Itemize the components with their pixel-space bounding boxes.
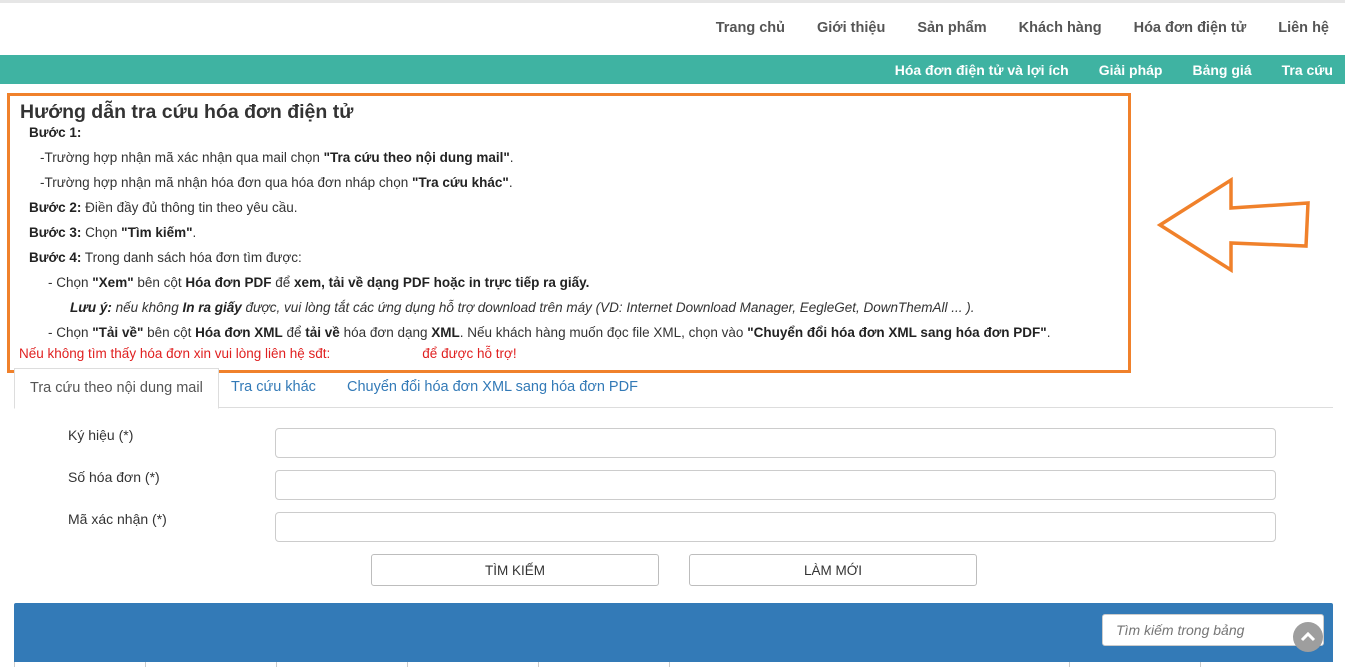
guide-title: Hướng dẫn tra cứu hóa đơn điện tử bbox=[20, 101, 354, 123]
table-column-divider bbox=[1069, 662, 1070, 667]
guide-step3: Bước 3: Chọn "Tìm kiếm". bbox=[29, 225, 197, 240]
nav-about[interactable]: Giới thiệu bbox=[817, 20, 885, 36]
arrow-left-icon bbox=[1156, 176, 1310, 274]
nav-customers[interactable]: Khách hàng bbox=[1019, 20, 1102, 36]
subnav-solutions[interactable]: Giải pháp bbox=[1099, 62, 1163, 78]
table-column-divider bbox=[1200, 662, 1201, 667]
invoice-number-input[interactable] bbox=[275, 470, 1276, 500]
guide-contact-note: Nếu không tìm thấy hóa đơn xin vui lòng … bbox=[19, 346, 517, 361]
table-column-divider bbox=[145, 662, 146, 667]
symbol-label: Ký hiệu (*) bbox=[68, 427, 134, 443]
tab-lookup-by-mail[interactable]: Tra cứu theo nội dung mail bbox=[14, 368, 219, 409]
table-columns bbox=[14, 662, 1334, 667]
subnav-lookup[interactable]: Tra cứu bbox=[1282, 62, 1333, 78]
guide-step4: Bước 4: Trong danh sách hóa đơn tìm được… bbox=[29, 250, 302, 265]
lookup-guide-box: Hướng dẫn tra cứu hóa đơn điện tử Bước 1… bbox=[7, 93, 1131, 373]
reset-button[interactable]: LÀM MỚI bbox=[689, 554, 977, 586]
guide-step2: Bước 2: Điền đầy đủ thông tin theo yêu c… bbox=[29, 200, 298, 215]
guide-step4-download: - Chọn "Tải về" bên cột Hóa đơn XML để t… bbox=[48, 325, 1051, 340]
nav-home[interactable]: Trang chủ bbox=[716, 20, 785, 36]
guide-step1-b: -Trường hợp nhận mã nhận hóa đơn qua hóa… bbox=[40, 175, 513, 190]
main-nav: Trang chủ Giới thiệu Sản phẩm Khách hàng… bbox=[686, 0, 1345, 55]
guide-step4-view: - Chọn "Xem" bên cột Hóa đơn PDF để xem,… bbox=[48, 275, 590, 290]
guide-note: Lưu ý: nếu không In ra giấy được, vui lò… bbox=[70, 300, 975, 315]
table-column-divider bbox=[669, 662, 670, 667]
invoice-number-label: Số hóa đơn (*) bbox=[68, 469, 160, 485]
table-column-divider bbox=[407, 662, 408, 667]
nav-products[interactable]: Sản phẩm bbox=[917, 20, 986, 36]
nav-contact[interactable]: Liên hệ bbox=[1278, 20, 1329, 36]
guide-step1: Bước 1: bbox=[29, 125, 82, 140]
table-column-divider bbox=[538, 662, 539, 667]
subnav-pricing[interactable]: Bảng giá bbox=[1192, 62, 1251, 78]
subnav-einvoice-benefits[interactable]: Hóa đơn điện tử và lợi ích bbox=[895, 62, 1069, 78]
table-column-divider bbox=[276, 662, 277, 667]
sub-nav: Hóa đơn điện tử và lợi ích Giải pháp Bản… bbox=[0, 55, 1345, 84]
confirmation-code-label: Mã xác nhận (*) bbox=[68, 511, 167, 527]
tab-xml-to-pdf[interactable]: Chuyển đổi hóa đơn XML sang hóa đơn PDF bbox=[332, 368, 653, 406]
scroll-top-button[interactable] bbox=[1293, 622, 1323, 652]
tab-other-lookup[interactable]: Tra cứu khác bbox=[216, 368, 331, 406]
nav-einvoice[interactable]: Hóa đơn điện tử bbox=[1134, 20, 1247, 36]
lookup-tabs: Tra cứu theo nội dung mail Tra cứu khác … bbox=[14, 368, 1333, 409]
search-button[interactable]: TÌM KIẾM bbox=[371, 554, 659, 586]
confirmation-code-input[interactable] bbox=[275, 512, 1276, 542]
table-search-input[interactable] bbox=[1102, 614, 1324, 646]
chevron-up-icon bbox=[1300, 631, 1316, 642]
guide-step1-a: -Trường hợp nhận mã xác nhận qua mail ch… bbox=[40, 150, 514, 165]
symbol-input[interactable] bbox=[275, 428, 1276, 458]
